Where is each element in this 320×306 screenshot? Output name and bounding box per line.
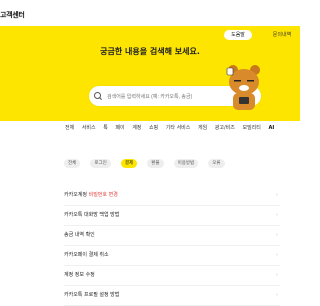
filter-chip[interactable]: 전체 [64, 159, 81, 168]
chevron-right-icon: › [276, 212, 278, 218]
faq-tag: 비밀번호 변경 [87, 192, 118, 198]
filter-chip[interactable]: 환불 [147, 159, 164, 168]
chevron-right-icon: › [276, 252, 278, 258]
inquiry-tab-button[interactable]: 문의내역 [266, 30, 298, 40]
category-item[interactable]: 게임 [198, 125, 207, 131]
category-item[interactable]: 톡 [103, 125, 108, 131]
ryan-character-illustration [226, 65, 260, 110]
logo[interactable]: 고객센터 [0, 10, 25, 20]
faq-row[interactable]: 계정 정보 수정 › [64, 266, 280, 286]
filter-chip[interactable]: 오류 [208, 159, 225, 168]
chevron-right-icon: › [276, 272, 278, 278]
faq-row[interactable]: 카카오계정 비밀번호 변경 › [64, 186, 280, 206]
top-bar: 고객센터 [0, 0, 300, 26]
faq-text: 카카오페이 결제 취소 [64, 252, 109, 258]
filter-chip-active[interactable]: 결제 [120, 159, 138, 168]
filter-chip[interactable]: 이용방법 [173, 159, 199, 168]
search-icon[interactable] [94, 92, 101, 99]
category-item[interactable]: 기타 서비스 [166, 125, 191, 131]
category-item[interactable]: 페이 [115, 125, 124, 131]
category-item[interactable]: 광고/비즈 [215, 125, 235, 131]
category-item[interactable]: 서비스 [82, 125, 96, 131]
chevron-right-icon: › [276, 232, 278, 238]
category-item[interactable]: 쇼핑 [149, 125, 158, 131]
help-tab-button[interactable]: 도움말 [224, 30, 252, 40]
category-item[interactable]: 계정 [132, 125, 141, 131]
faq-row[interactable]: 송금 내역 확인 › [64, 226, 280, 246]
chevron-right-icon: › [276, 192, 278, 198]
category-nav: 전체 서비스 톡 페이 계정 쇼핑 기타 서비스 게임 광고/비즈 모빌리티 A… [65, 124, 280, 134]
faq-text: 카카오계정 [64, 192, 88, 198]
filter-chip[interactable]: 로그인 [90, 159, 111, 168]
faq-row[interactable]: 카카오톡 프로필 설정 방법 › [64, 286, 280, 306]
faq-text: 카카오톡 프로필 설정 방법 [64, 292, 120, 298]
category-item-active[interactable]: AI [268, 125, 274, 131]
category-item[interactable]: 모빌리티 [242, 125, 260, 131]
faq-text: 카카오톡 대화방 백업 방법 [64, 212, 120, 218]
filter-chips: 전체 로그인 결제 환불 이용방법 오류 [64, 149, 230, 168]
faq-row[interactable]: 카카오톡 대화방 백업 방법 › [64, 206, 280, 226]
faq-text: 계정 정보 수정 [64, 272, 95, 278]
faq-row[interactable]: 카카오페이 결제 취소 › [64, 246, 280, 266]
hero-title: 궁금한 내용을 검색해 보세요. [100, 47, 200, 56]
category-item[interactable]: 전체 [65, 125, 74, 131]
chevron-right-icon: › [276, 292, 278, 298]
faq-list: 카카오계정 비밀번호 변경 › 카카오톡 대화방 백업 방법 › 송금 내역 확… [64, 186, 280, 306]
faq-text: 송금 내역 확인 [64, 232, 95, 238]
